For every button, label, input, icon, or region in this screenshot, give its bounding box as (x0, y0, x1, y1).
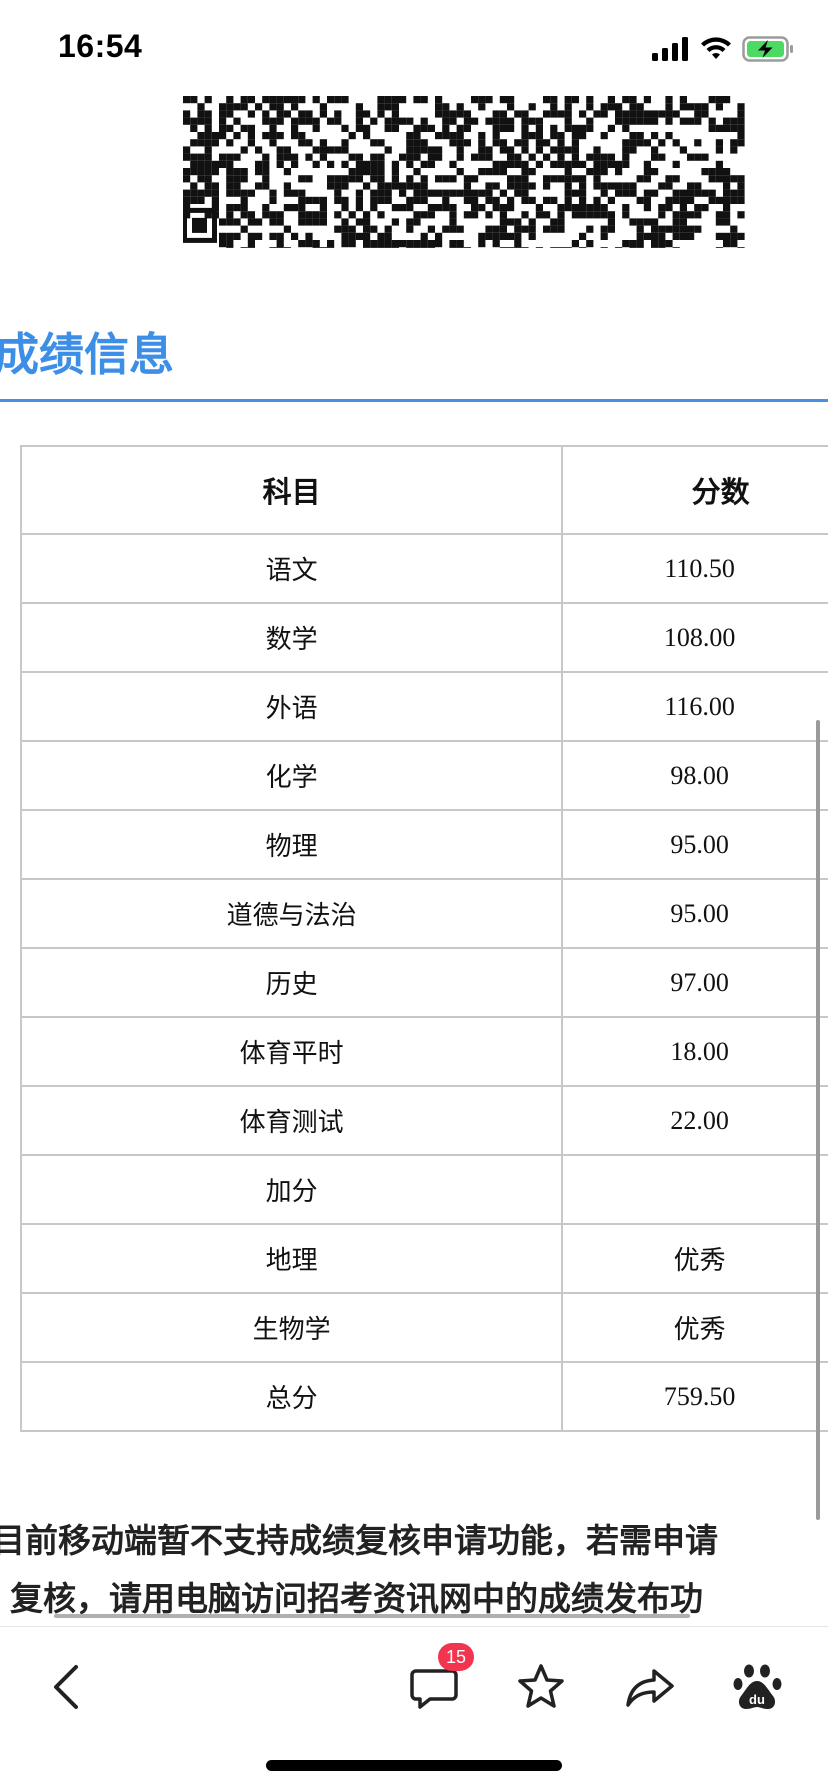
score-cell: 98.00 (561, 740, 828, 811)
back-button[interactable] (38, 1657, 98, 1717)
subject-cell: 道德与法治 (19, 878, 564, 949)
qr-code-image (183, 96, 745, 248)
score-cell (561, 1154, 828, 1225)
status-bar: 16:54 (0, 0, 828, 96)
subject-cell: 数学 (19, 602, 564, 673)
notice-line-2: 复核，请用电脑访问招考资讯网中的成绩发布功 (10, 1579, 703, 1618)
qr-code-pattern (183, 96, 745, 248)
score-cell: 优秀 (561, 1292, 828, 1363)
baidu-paw-button[interactable]: du (728, 1657, 788, 1717)
notice-line-1: 目前移动端暂不支持成绩复核申请功能，若需申请 (0, 1521, 718, 1560)
comment-count-badge: 15 (438, 1643, 474, 1671)
score-cell: 759.50 (561, 1361, 828, 1432)
svg-text:du: du (749, 1692, 765, 1707)
wifi-icon (701, 37, 731, 59)
share-arrow-icon (626, 1669, 674, 1707)
subject-cell: 语文 (19, 533, 564, 604)
table-row: 道德与法治 95.00 (19, 878, 828, 949)
table-row: 地理 优秀 (19, 1223, 828, 1294)
subject-cell: 化学 (19, 740, 564, 811)
subject-cell: 生物学 (19, 1292, 564, 1363)
table-row: 生物学 优秀 (19, 1292, 828, 1363)
score-cell: 18.00 (561, 1016, 828, 1087)
table-row: 加分 (19, 1154, 828, 1225)
score-cell: 优秀 (561, 1223, 828, 1294)
subject-cell: 历史 (19, 947, 564, 1018)
section-title: 成绩信息 (0, 328, 175, 381)
battery-charging-icon (742, 36, 793, 62)
subject-cell: 物理 (19, 809, 564, 880)
table-row: 历史 97.00 (19, 947, 828, 1018)
status-icons (652, 34, 794, 64)
header-score: 分数 (561, 445, 828, 535)
share-button[interactable] (620, 1657, 680, 1717)
score-cell: 116.00 (561, 671, 828, 742)
status-time: 16:54 (58, 28, 143, 64)
table-row: 物理 95.00 (19, 809, 828, 880)
table-row: 语文 110.50 (19, 533, 828, 604)
table-row-total: 总分 759.50 (19, 1361, 828, 1432)
score-cell: 110.50 (561, 533, 828, 604)
table-row: 体育平时 18.00 (19, 1016, 828, 1087)
score-table: 科目 分数 语文 110.50 数学 108.00 外语 116.00 化学 9… (19, 445, 828, 1432)
horizontal-scroll-indicator (54, 1614, 690, 1618)
subject-cell: 加分 (19, 1154, 564, 1225)
baidu-paw-icon: du (733, 1664, 782, 1709)
review-notice: 目前移动端暂不支持成绩复核申请功能，若需申请 复核，请用电脑访问招考资讯网中的成… (0, 1512, 828, 1628)
table-row: 外语 116.00 (19, 671, 828, 742)
table-header-row: 科目 分数 (19, 445, 828, 535)
star-icon (518, 1664, 564, 1708)
vertical-scrollbar[interactable] (816, 720, 820, 1520)
header-subject: 科目 (19, 445, 564, 535)
home-indicator (266, 1760, 562, 1771)
chevron-left-icon (54, 1665, 78, 1709)
favorite-button[interactable] (511, 1657, 571, 1717)
cellular-signal-icon (652, 37, 688, 61)
score-cell: 95.00 (561, 809, 828, 880)
section-divider (0, 399, 828, 402)
table-row: 体育测试 22.00 (19, 1085, 828, 1156)
score-cell: 22.00 (561, 1085, 828, 1156)
subject-cell: 体育平时 (19, 1016, 564, 1087)
table-row: 数学 108.00 (19, 602, 828, 673)
table-row: 化学 98.00 (19, 740, 828, 811)
score-cell: 95.00 (561, 878, 828, 949)
subject-cell: 地理 (19, 1223, 564, 1294)
subject-cell: 总分 (19, 1361, 564, 1432)
score-cell: 97.00 (561, 947, 828, 1018)
subject-cell: 体育测试 (19, 1085, 564, 1156)
subject-cell: 外语 (19, 671, 564, 742)
page: 16:54 成绩信息 科目 分数 语文 110.50 数学 108.00 外语 … (0, 0, 828, 1792)
score-cell: 108.00 (561, 602, 828, 673)
